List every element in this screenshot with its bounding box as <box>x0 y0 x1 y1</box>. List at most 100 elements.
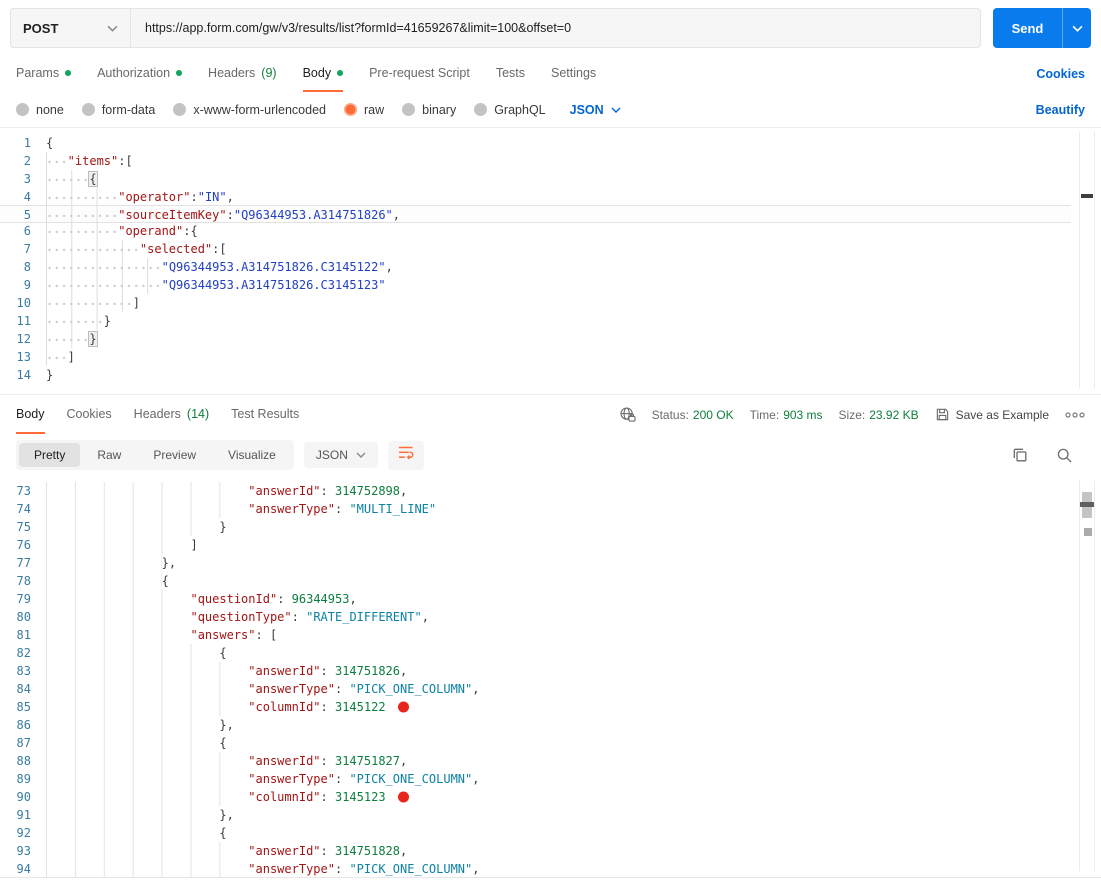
request-editor-scrollbar[interactable] <box>1079 132 1095 388</box>
chevron-down-icon <box>356 452 366 458</box>
code-line[interactable]: 4 "operator":"IN", <box>0 188 1071 206</box>
line-number: 86 <box>16 718 31 732</box>
line-number: 81 <box>16 628 31 642</box>
response-tab-cookies[interactable]: Cookies <box>67 395 112 434</box>
tab-label: Settings <box>551 66 597 80</box>
method-select[interactable]: POST <box>11 9 131 47</box>
code-line[interactable]: 86}, <box>0 716 1071 734</box>
radio-binary[interactable]: binary <box>402 103 456 117</box>
line-number: 82 <box>16 646 31 660</box>
code-line[interactable]: 11} <box>0 312 1071 330</box>
radio-icon <box>81 103 95 116</box>
code-line[interactable]: 83 "answerId": 314751826, <box>0 662 1071 680</box>
save-floppy-icon <box>935 407 950 422</box>
tab-label: Headers <box>208 66 256 80</box>
status-label: Status: <box>651 407 689 422</box>
radio-x-www-form-urlencoded[interactable]: x-www-form-urlencoded <box>173 103 326 117</box>
network-globe-lock-icon[interactable] <box>619 406 636 423</box>
save-as-example-button[interactable]: Save as Example <box>935 407 1049 422</box>
code-line[interactable]: 94 "answerType": "PICK_ONE_COLUMN", <box>0 860 1071 878</box>
tab-tests[interactable]: Tests <box>496 56 525 92</box>
response-tab-headers[interactable]: Headers (14) <box>134 395 209 434</box>
tab-authorization[interactable]: Authorization <box>97 56 183 92</box>
tab-label: Headers <box>133 406 181 421</box>
code-line[interactable]: 13] <box>0 348 1071 366</box>
code-line[interactable]: 9 "Q96344953.A314751826.C3145123" <box>0 276 1071 294</box>
code-line[interactable]: 73 "answerId": 314752898, <box>0 482 1071 500</box>
line-number: 75 <box>16 520 31 534</box>
radio-graphql[interactable]: GraphQL <box>474 103 546 117</box>
code-line[interactable]: 76] <box>0 536 1071 554</box>
code-line[interactable]: 91}, <box>0 806 1071 824</box>
code-line[interactable]: 77}, <box>0 554 1071 572</box>
request-body-editor[interactable]: 1{2 "items":[3{4 "operator":"IN", 5 "sourceI… <box>0 128 1101 394</box>
code-line[interactable]: 89 "answerType": "PICK_ONE_COLUMN", <box>0 770 1071 788</box>
size-value: 23.92 KB <box>869 407 919 422</box>
code-line[interactable]: 74 "answerType": "MULTI_LINE" <box>0 500 1071 518</box>
code-line[interactable]: 82{ <box>0 644 1071 662</box>
response-editor-scrollbar[interactable] <box>1079 480 1095 871</box>
wrap-lines-button[interactable] <box>387 440 424 470</box>
response-tab-body[interactable]: Body <box>16 395 45 434</box>
code-line[interactable]: 93 "answerId": 314751828, <box>0 842 1071 860</box>
view-preview[interactable]: Preview <box>138 443 211 467</box>
send-button[interactable]: Send <box>993 8 1091 48</box>
cookies-link[interactable]: Cookies <box>1036 67 1085 81</box>
tab-pre-request-script[interactable]: Pre-request Script <box>369 56 470 92</box>
radio-raw[interactable]: raw <box>344 103 384 117</box>
status-value: 200 OK <box>692 407 734 422</box>
code-line[interactable]: 92{ <box>0 824 1071 842</box>
tab-label: Params <box>16 66 60 80</box>
code-line[interactable]: 81 "answers": [ <box>0 626 1071 644</box>
line-number: 5 <box>23 208 31 222</box>
code-line[interactable]: 5 "sourceItemKey":"Q96344953.A314751826", <box>0 205 1071 224</box>
more-options-button[interactable] <box>1065 411 1085 419</box>
search-response-button[interactable] <box>1056 447 1073 464</box>
view-visualize[interactable]: Visualize <box>213 443 291 467</box>
view-raw[interactable]: Raw <box>82 443 136 467</box>
send-options-button[interactable] <box>1062 8 1091 48</box>
red-dot-annotation <box>397 791 409 803</box>
scrollbar-annotation-mark <box>1084 528 1092 536</box>
send-button-label[interactable]: Send <box>993 8 1062 48</box>
response-body-editor[interactable]: 73 "answerId": 314752898, 74 "answerType": … <box>0 476 1101 878</box>
line-number: 1 <box>23 136 31 150</box>
code-line[interactable]: 88 "answerId": 314751827, <box>0 752 1071 770</box>
code-line[interactable]: 90 "columnId": 3145123 <box>0 788 1071 806</box>
code-line[interactable]: 87{ <box>0 734 1071 752</box>
raw-language-select[interactable]: JSON <box>570 103 621 117</box>
tab-settings[interactable]: Settings <box>551 56 596 92</box>
code-line[interactable]: 2 "items":[ <box>0 152 1071 170</box>
code-line[interactable]: 80 "questionType": "RATE_DIFFERENT", <box>0 608 1071 626</box>
code-line[interactable]: 6 "operand":{ <box>0 222 1071 240</box>
code-line[interactable]: 14} <box>0 366 1071 384</box>
code-line[interactable]: 8 "Q96344953.A314751826.C3145122", <box>0 258 1071 276</box>
raw-language-label: JSON <box>569 102 604 117</box>
code-line[interactable]: 12} <box>0 330 1071 348</box>
radio-form-data[interactable]: form-data <box>81 103 155 117</box>
line-number: 14 <box>16 368 31 382</box>
code-line[interactable]: 78{ <box>0 572 1071 590</box>
code-line[interactable]: 7 "selected":[ <box>0 240 1071 258</box>
scrollbar-thumb[interactable] <box>1080 492 1094 518</box>
url-input[interactable]: https://app.form.com/gw/v3/results/list?… <box>131 9 980 47</box>
code-line[interactable]: 85 "columnId": 3145122 <box>0 698 1071 716</box>
tab-body[interactable]: Body <box>302 56 344 92</box>
code-line[interactable]: 75} <box>0 518 1071 536</box>
code-line[interactable]: 79 "questionId": 96344953, <box>0 590 1071 608</box>
scrollbar-thumb[interactable] <box>1081 194 1093 198</box>
response-tab-test-results[interactable]: Test Results <box>231 395 299 434</box>
beautify-link[interactable]: Beautify <box>1036 103 1085 117</box>
copy-response-button[interactable] <box>1012 447 1028 463</box>
line-number: 80 <box>16 610 31 624</box>
code-line[interactable]: 10] <box>0 294 1071 312</box>
line-number: 91 <box>16 808 31 822</box>
code-line[interactable]: 3{ <box>0 170 1071 188</box>
radio-none[interactable]: none <box>16 103 64 117</box>
tab-headers[interactable]: Headers (9) <box>208 56 277 92</box>
view-pretty[interactable]: Pretty <box>19 443 81 467</box>
tab-params[interactable]: Params <box>16 56 72 92</box>
code-line[interactable]: 84 "answerType": "PICK_ONE_COLUMN", <box>0 680 1071 698</box>
response-language-select[interactable]: JSON <box>303 442 378 468</box>
code-line[interactable]: 1{ <box>0 134 1071 152</box>
